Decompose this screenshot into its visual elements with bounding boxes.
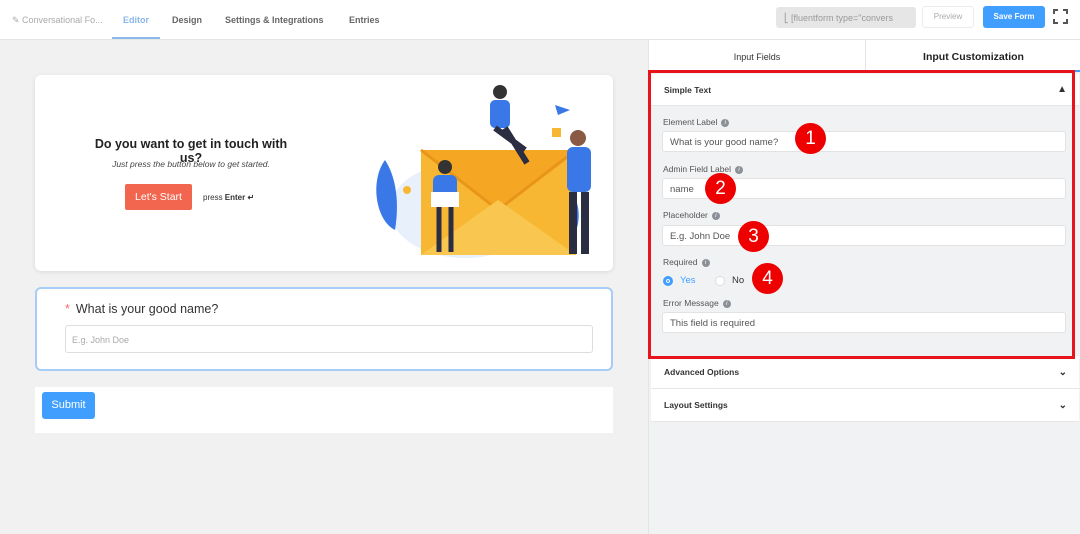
breadcrumb[interactable]: ✎ Conversational Fo... bbox=[12, 15, 103, 26]
press-enter-hint: press Enter ↵ bbox=[203, 193, 254, 202]
required-asterisk: * bbox=[65, 302, 70, 316]
section-title: Advanced Options bbox=[664, 367, 740, 377]
copy-icon: ⎣ bbox=[784, 13, 792, 23]
chevron-down-icon: ⌄ bbox=[1058, 400, 1067, 411]
tab-input-fields[interactable]: Input Fields bbox=[649, 40, 865, 72]
top-bar: ✎ Conversational Fo... Editor Design Set… bbox=[0, 0, 1080, 40]
name-input[interactable]: E.g. John Doe bbox=[65, 325, 593, 353]
submit-area: Submit bbox=[35, 387, 613, 433]
tab-editor[interactable]: Editor bbox=[123, 15, 149, 25]
preview-button[interactable]: Preview bbox=[922, 6, 974, 28]
welcome-subtitle: Just press the button below to get start… bbox=[112, 159, 270, 169]
tab-design[interactable]: Design bbox=[172, 15, 202, 25]
annotation-badge-4: 4 bbox=[752, 263, 783, 294]
tab-entries[interactable]: Entries bbox=[349, 15, 380, 25]
question-label-text: What is your good name? bbox=[75, 302, 219, 316]
form-name: Conversational Fo... bbox=[22, 15, 103, 25]
shortcode-text: [fluentform type="convers bbox=[791, 13, 894, 23]
section-advanced-options[interactable]: Advanced Options ⌄ bbox=[651, 356, 1079, 389]
contact-illustration bbox=[376, 85, 591, 258]
annotation-badge-1: 1 bbox=[795, 123, 826, 154]
question-label: * What is your good name? bbox=[65, 302, 218, 316]
save-form-button[interactable]: Save Form bbox=[983, 6, 1045, 28]
active-tab-indicator bbox=[112, 37, 160, 39]
chevron-down-icon: ⌄ bbox=[1058, 367, 1067, 378]
highlight-box bbox=[648, 70, 1075, 359]
section-title: Layout Settings bbox=[664, 400, 728, 410]
shortcode-copy[interactable]: ⎣ [fluentform type="convers bbox=[776, 7, 916, 28]
tab-settings[interactable]: Settings & Integrations bbox=[225, 15, 324, 25]
panel-tabs: Input Fields Input Customization bbox=[649, 40, 1080, 72]
question-card-name[interactable]: * What is your good name? E.g. John Doe bbox=[35, 287, 613, 371]
enter-key: Enter ↵ bbox=[224, 193, 255, 202]
annotation-badge-2: 2 bbox=[705, 173, 736, 204]
lets-start-button[interactable]: Let's Start bbox=[125, 184, 192, 210]
submit-button[interactable]: Submit bbox=[42, 392, 95, 419]
press-text: press bbox=[203, 193, 223, 202]
fullscreen-icon[interactable] bbox=[1053, 9, 1068, 24]
tab-input-customization[interactable]: Input Customization bbox=[865, 40, 1080, 72]
annotation-badge-3: 3 bbox=[738, 221, 769, 252]
welcome-screen-card[interactable]: Do you want to get in touch with us? Jus… bbox=[35, 75, 613, 271]
section-layout-settings[interactable]: Layout Settings ⌄ bbox=[651, 389, 1079, 422]
